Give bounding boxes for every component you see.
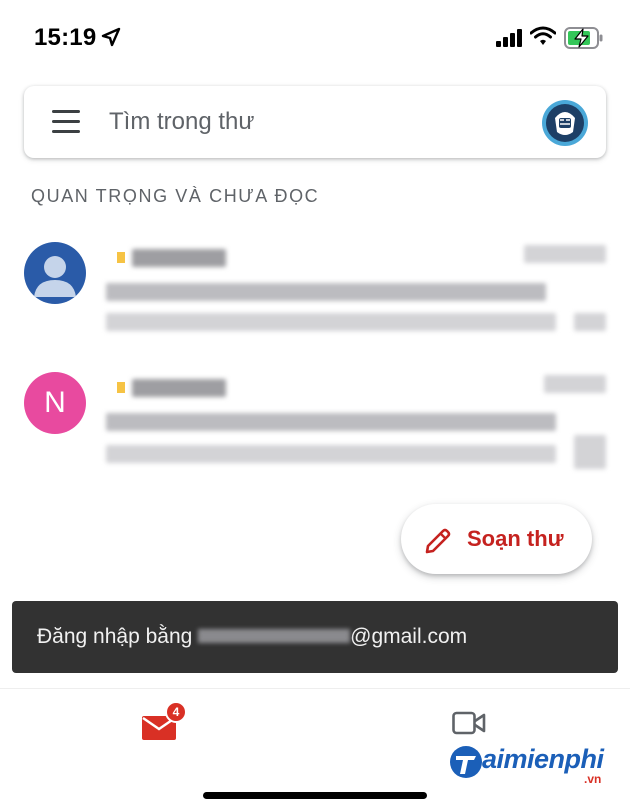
redacted-email bbox=[198, 628, 351, 643]
importance-marker bbox=[117, 382, 125, 393]
search-input[interactable]: Tìm trong thư bbox=[109, 108, 254, 136]
cellular-signal-icon bbox=[496, 29, 522, 47]
section-header: QUAN TRỌNG VÀ CHƯA ĐỌC bbox=[31, 186, 320, 206]
hamburger-menu-icon[interactable] bbox=[52, 110, 82, 134]
email-date bbox=[524, 245, 606, 263]
email-list-item[interactable] bbox=[0, 230, 630, 350]
attachment-icon bbox=[574, 313, 606, 331]
status-bar: 15:19 bbox=[0, 0, 630, 72]
sender-name bbox=[132, 379, 226, 397]
compose-label: Soạn thư bbox=[467, 526, 564, 551]
snackbar-message: Đăng nhập bằng @gmail.com bbox=[37, 625, 467, 649]
watermark-domain: .vn bbox=[584, 772, 602, 786]
watermark-t-icon bbox=[450, 746, 482, 778]
unread-count-badge: 4 bbox=[165, 701, 187, 723]
email-snippet bbox=[106, 313, 556, 331]
location-arrow-icon bbox=[101, 27, 121, 47]
watermark-logo: aimienphi .vn bbox=[448, 742, 618, 786]
sender-avatar bbox=[24, 242, 86, 304]
snackbar-prefix: Đăng nhập bằng bbox=[37, 625, 199, 648]
battery-charging-icon bbox=[564, 27, 603, 49]
importance-marker bbox=[117, 252, 125, 263]
attachment-icon bbox=[574, 435, 606, 469]
snackbar: Đăng nhập bằng @gmail.com bbox=[12, 601, 618, 673]
email-list-item[interactable]: N bbox=[0, 360, 630, 480]
account-avatar-icon bbox=[542, 100, 588, 146]
watermark-text: aimienphi bbox=[482, 744, 604, 774]
video-camera-icon bbox=[452, 711, 486, 735]
compose-button[interactable]: Soạn thư bbox=[401, 504, 592, 574]
tab-meet[interactable] bbox=[452, 711, 492, 741]
email-subject bbox=[106, 413, 556, 431]
search-bar[interactable]: Tìm trong thư bbox=[24, 86, 606, 158]
email-snippet bbox=[106, 445, 556, 463]
pencil-icon bbox=[425, 528, 451, 554]
sender-name bbox=[132, 249, 226, 267]
sender-avatar: N bbox=[24, 372, 86, 434]
home-indicator[interactable] bbox=[203, 792, 427, 799]
snackbar-suffix: @gmail.com bbox=[350, 625, 468, 648]
wifi-icon bbox=[530, 26, 556, 45]
profile-avatar[interactable] bbox=[542, 100, 588, 146]
email-subject bbox=[106, 283, 546, 301]
person-icon bbox=[34, 256, 76, 297]
email-date bbox=[544, 375, 606, 393]
status-time: 15:19 bbox=[34, 24, 97, 51]
